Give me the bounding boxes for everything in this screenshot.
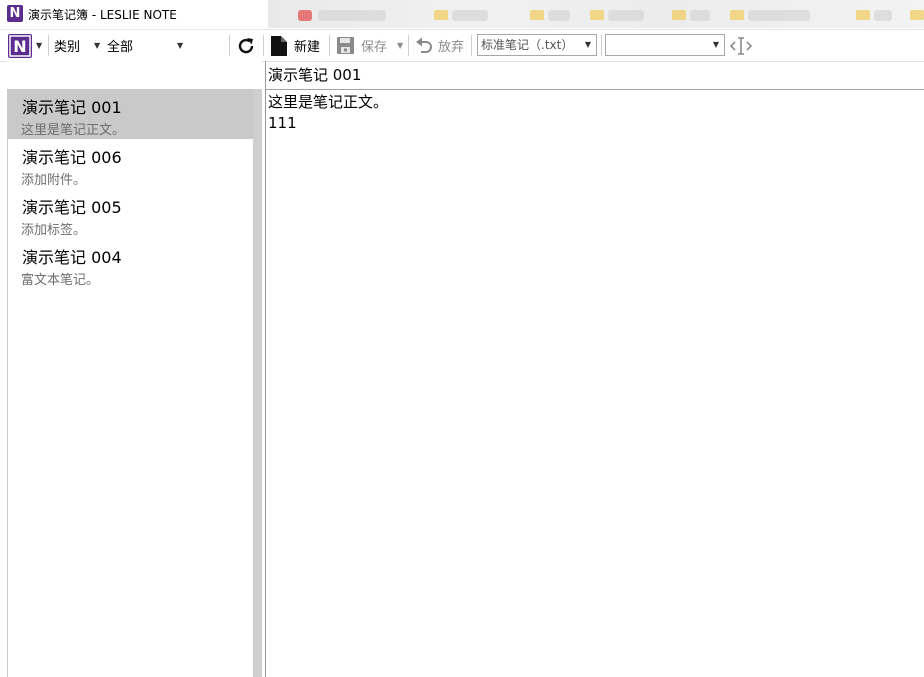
note-title-field[interactable]: 演示笔记 001 bbox=[268, 62, 918, 88]
note-item-title: 演示笔记 004 bbox=[22, 248, 122, 267]
save-label: 保存 bbox=[361, 40, 388, 55]
discard-label: 放弃 bbox=[438, 40, 465, 55]
tag-select[interactable]: ▼ bbox=[605, 34, 725, 56]
title-bar: N 演示笔记簿 - LESLIE NOTE bbox=[0, 0, 924, 28]
text-cursor-button[interactable] bbox=[730, 30, 752, 61]
note-type-value: 标准笔记（.txt） bbox=[481, 38, 574, 52]
new-document-icon bbox=[271, 35, 287, 56]
notebook-logo-icon: N bbox=[7, 5, 23, 22]
category-label: 类别 bbox=[54, 40, 81, 55]
category-filter-dropdown[interactable]: 全部 ▼ bbox=[107, 30, 183, 61]
note-list-item[interactable]: 演示笔记 004 富文本笔记。 bbox=[8, 239, 253, 289]
category-filter-value: 全部 bbox=[107, 40, 134, 55]
note-item-title: 演示笔记 005 bbox=[22, 198, 122, 217]
search-input[interactable] bbox=[7, 61, 262, 89]
note-body-editor[interactable]: 这里是笔记正文。 111 bbox=[268, 92, 918, 672]
note-item-preview: 这里是笔记正文。 bbox=[21, 123, 126, 138]
note-item-preview: 添加标签。 bbox=[21, 223, 87, 238]
save-disk-icon bbox=[337, 37, 354, 54]
note-list-item[interactable]: 演示笔记 006 添加附件。 bbox=[8, 139, 253, 189]
note-list: 演示笔记 001 这里是笔记正文。 演示笔记 006 添加附件。 演示笔记 00… bbox=[7, 89, 253, 677]
refresh-icon bbox=[238, 37, 254, 53]
chevron-down-icon: ▼ bbox=[36, 41, 43, 50]
chevron-down-icon: ▼ bbox=[584, 40, 591, 49]
window-title: 演示笔记簿 - LESLIE NOTE bbox=[28, 8, 177, 22]
note-item-title: 演示笔记 001 bbox=[22, 98, 122, 117]
chevron-down-icon: ▼ bbox=[712, 40, 719, 49]
chevron-down-icon: ▼ bbox=[94, 41, 101, 50]
note-type-select[interactable]: 标准笔记（.txt） ▼ bbox=[477, 34, 597, 56]
text-cursor-icon bbox=[730, 36, 752, 55]
background-window-blur bbox=[268, 0, 924, 28]
discard-button[interactable]: 放弃 bbox=[414, 30, 464, 61]
note-item-preview: 富文本笔记。 bbox=[21, 273, 100, 288]
note-list-scrollbar[interactable] bbox=[253, 89, 262, 677]
note-list-item[interactable]: 演示笔记 001 这里是笔记正文。 bbox=[8, 89, 253, 139]
category-dropdown[interactable]: 类别 ▼ bbox=[54, 30, 100, 61]
refresh-button[interactable] bbox=[236, 30, 256, 61]
notebook-menu-button[interactable]: N ▼ bbox=[8, 30, 42, 61]
save-button[interactable]: 保存 ▼ bbox=[336, 30, 403, 61]
svg-text:N: N bbox=[13, 37, 26, 56]
chevron-down-icon: ▼ bbox=[397, 41, 404, 50]
notebook-logo-icon: N bbox=[8, 33, 32, 58]
toolbar: N ▼ 类别 ▼ 全部 ▼ 新建 保存 ▼ 放弃 标准笔记（.txt） ▼ ▼ bbox=[0, 29, 924, 62]
note-list-item[interactable]: 演示笔记 005 添加标签。 bbox=[8, 189, 253, 239]
note-item-preview: 添加附件。 bbox=[21, 173, 87, 188]
note-item-title: 演示笔记 006 bbox=[22, 148, 122, 167]
divider bbox=[266, 89, 924, 90]
new-note-button[interactable]: 新建 bbox=[270, 30, 320, 61]
pane-splitter[interactable] bbox=[265, 61, 266, 677]
undo-icon bbox=[416, 37, 432, 53]
new-note-label: 新建 bbox=[294, 40, 321, 55]
chevron-down-icon: ▼ bbox=[177, 41, 184, 50]
